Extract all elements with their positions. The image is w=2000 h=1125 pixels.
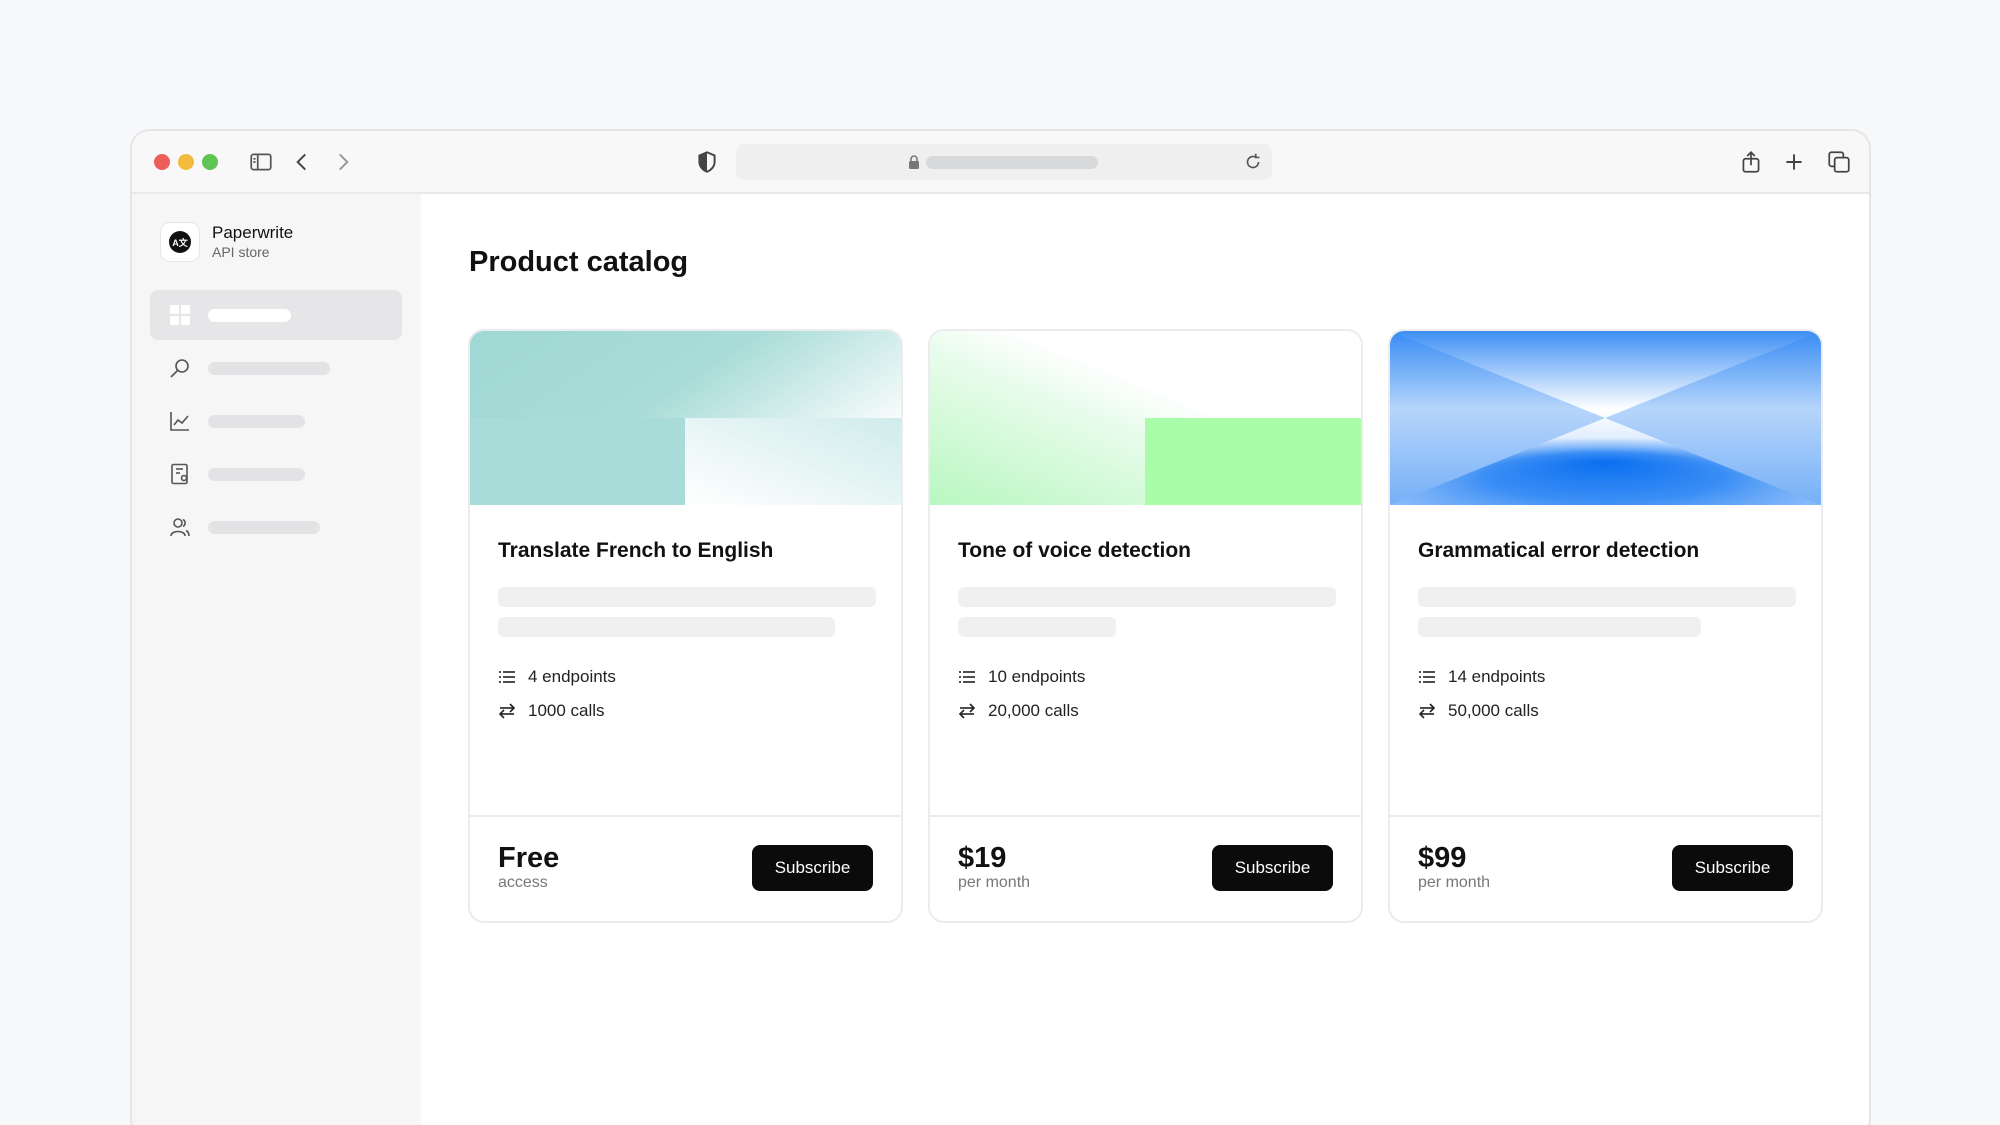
browser-toolbar xyxy=(132,131,1869,194)
sidebar-item-label-placeholder xyxy=(208,308,291,322)
tabs-overview-icon[interactable] xyxy=(1824,147,1854,177)
transfer-arrows-icon xyxy=(1418,703,1436,719)
list-icon xyxy=(1419,671,1435,683)
brand-name: Paperwrite xyxy=(212,223,294,242)
price-period: per month xyxy=(1418,874,1491,891)
page-title: Product catalog xyxy=(469,246,689,278)
sidebar-item-analytics[interactable] xyxy=(150,396,402,446)
sidebar-item-label-placeholder xyxy=(208,414,305,428)
product-card: Tone of voice detection 10 endpoints 20,… xyxy=(928,329,1363,923)
card-hero-graphic xyxy=(470,331,901,505)
dashboard-icon xyxy=(170,305,190,325)
chart-icon xyxy=(170,412,189,431)
price-period: access xyxy=(498,874,548,891)
sidebar-item-label-placeholder xyxy=(208,361,330,375)
users-icon xyxy=(170,518,190,537)
search-icon xyxy=(170,359,189,378)
calls-count: 1000 calls xyxy=(498,701,605,721)
description-placeholder xyxy=(1418,617,1701,637)
sidebar-item-users[interactable] xyxy=(150,502,402,552)
transfer-arrows-icon xyxy=(498,703,516,719)
sidebar-item-dashboard[interactable] xyxy=(150,290,402,340)
calls-count: 20,000 calls xyxy=(958,701,1079,721)
endpoints-count: 10 endpoints xyxy=(958,667,1085,687)
card-hero-graphic xyxy=(930,331,1361,505)
price: $19 xyxy=(958,842,1007,874)
card-hero-graphic xyxy=(1390,331,1821,505)
product-card: Grammatical error detection 14 endpoints… xyxy=(1388,329,1823,923)
close-window-button[interactable] xyxy=(154,154,170,170)
forward-icon[interactable] xyxy=(328,147,358,177)
endpoints-label: 14 endpoints xyxy=(1448,667,1546,686)
calls-count: 50,000 calls xyxy=(1418,701,1539,721)
calls-label: 1000 calls xyxy=(528,701,605,720)
description-placeholder xyxy=(958,587,1336,607)
share-icon[interactable] xyxy=(1736,147,1766,177)
card-title[interactable]: Tone of voice detection xyxy=(958,539,1191,563)
brand-subtitle: API store xyxy=(212,244,270,260)
back-icon[interactable] xyxy=(287,147,317,177)
brand[interactable]: A文 Paperwrite API store xyxy=(160,222,293,262)
sidebar-item-label-placeholder xyxy=(208,520,320,534)
endpoints-count: 14 endpoints xyxy=(1418,667,1545,687)
description-placeholder xyxy=(498,587,876,607)
endpoints-count: 4 endpoints xyxy=(498,667,616,687)
sidebar-nav xyxy=(150,290,402,555)
sidebar-item-documents[interactable] xyxy=(150,449,402,499)
lock-icon xyxy=(909,155,919,169)
card-footer: $99 per month Subscribe xyxy=(1390,815,1821,921)
sidebar-item-label-placeholder xyxy=(208,467,305,481)
reload-icon[interactable] xyxy=(1242,151,1264,173)
transfer-arrows-icon xyxy=(958,703,976,719)
sidebar: A文 Paperwrite API store xyxy=(132,194,421,1125)
list-icon xyxy=(499,671,515,683)
sidebar-toggle-icon[interactable] xyxy=(246,147,276,177)
subscribe-button[interactable]: Subscribe xyxy=(1672,845,1793,891)
calls-label: 20,000 calls xyxy=(988,701,1079,720)
card-title[interactable]: Translate French to English xyxy=(498,539,773,563)
main-content: Product catalog Translate French to Engl… xyxy=(421,194,1869,1125)
url-placeholder xyxy=(926,156,1098,169)
price-period: per month xyxy=(958,874,1031,891)
brand-logo: A文 xyxy=(160,222,200,262)
subscribe-button[interactable]: Subscribe xyxy=(752,845,873,891)
maximize-window-button[interactable] xyxy=(202,154,218,170)
description-placeholder xyxy=(1418,587,1796,607)
new-tab-icon[interactable] xyxy=(1779,147,1809,177)
price: $99 xyxy=(1418,842,1467,874)
sidebar-item-search[interactable] xyxy=(150,343,402,393)
price: Free xyxy=(498,842,560,874)
browser-window: A文 Paperwrite API store Product catalog … xyxy=(130,129,1871,1125)
endpoints-label: 4 endpoints xyxy=(528,667,616,686)
card-footer: Free access Subscribe xyxy=(470,815,901,921)
product-card: Translate French to English 4 endpoints … xyxy=(468,329,903,923)
document-icon xyxy=(171,463,188,485)
list-icon xyxy=(959,671,975,683)
description-placeholder xyxy=(958,617,1116,637)
card-footer: $19 per month Subscribe xyxy=(930,815,1361,921)
endpoints-label: 10 endpoints xyxy=(988,667,1086,686)
privacy-shield-icon[interactable] xyxy=(692,147,722,177)
address-bar[interactable] xyxy=(736,144,1272,180)
minimize-window-button[interactable] xyxy=(178,154,194,170)
card-title[interactable]: Grammatical error detection xyxy=(1418,539,1699,563)
brand-logo-mark: A文 xyxy=(169,231,191,253)
description-placeholder xyxy=(498,617,835,637)
calls-label: 50,000 calls xyxy=(1448,701,1539,720)
subscribe-button[interactable]: Subscribe xyxy=(1212,845,1333,891)
